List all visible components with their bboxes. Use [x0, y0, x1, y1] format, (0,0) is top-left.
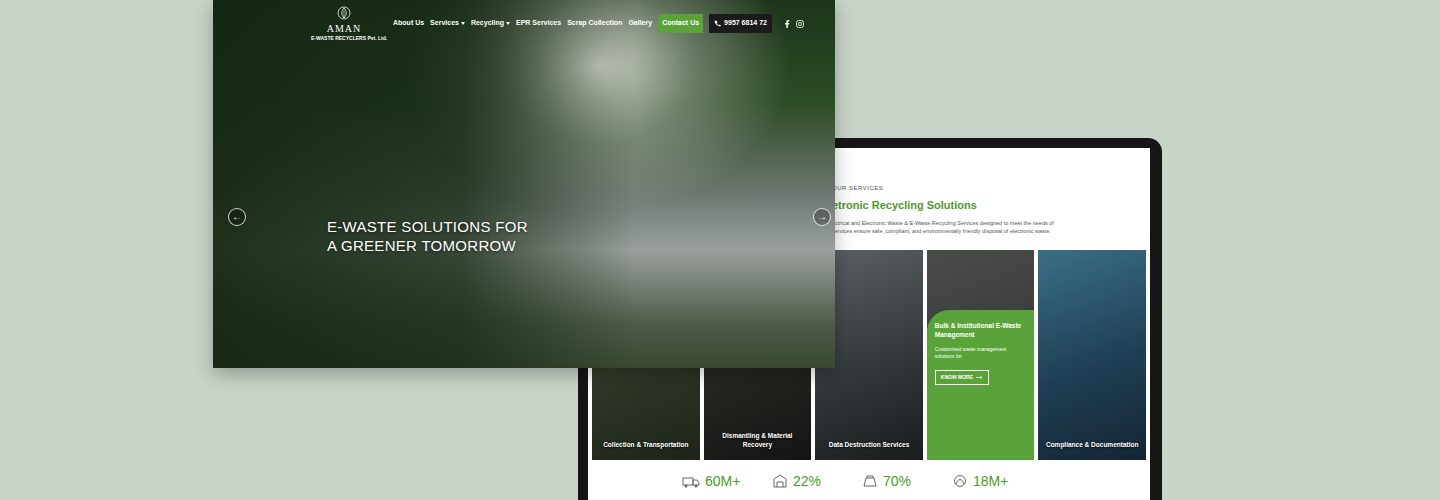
stat-item: 60M+ [682, 474, 772, 488]
desktop-mockup: AMAN E-WASTE RECYCLERS Pvt. Ltd. About Us S… [213, 0, 835, 368]
section-eyebrow: OUR SERVICES [832, 184, 1136, 193]
nav-item[interactable]: EPR Services [516, 18, 561, 29]
nav-item[interactable]: Gallery [628, 18, 652, 29]
stat-value: 22% [793, 474, 821, 488]
service-title: Compliance & Documentation [1044, 441, 1140, 450]
stat-value: 60M+ [705, 474, 740, 488]
nav-label: Services [430, 18, 459, 29]
logo-tagline: E-WASTE RECYCLERS Pvt. Ltd. [311, 36, 377, 41]
service-title: Data Destruction Services [821, 441, 917, 450]
caret-icon [461, 22, 465, 25]
stat-value: 70% [883, 474, 911, 488]
service-title: Bulk & Institutional E-Waste Management [935, 322, 1027, 340]
section-intro: services ensure safe, compliant, and env… [832, 227, 1136, 236]
stat-item: 18M+ [952, 474, 1042, 488]
service-card[interactable]: Compliance & Documentation [1038, 250, 1146, 460]
section-heading: etronic Recycling Solutions [832, 197, 1136, 214]
site-navbar: AMAN E-WASTE RECYCLERS Pvt. Ltd. About Us S… [213, 0, 835, 41]
service-text: Customised waste management solutions fo… [935, 346, 1027, 360]
arrow-right-icon [976, 375, 983, 380]
hero-title-line: E-WASTE SOLUTIONS FOR [327, 218, 528, 237]
service-title: Dismantling & Material Recovery [710, 432, 806, 450]
phone-number: 9957 6814 72 [724, 18, 767, 29]
section-intro: ectrical and Electronic Waste & E-Waste … [832, 219, 1136, 228]
contact-button[interactable]: Contact Us [658, 14, 703, 33]
phone-icon [714, 20, 721, 27]
nav-label: About Us [393, 18, 424, 29]
nav-label: EPR Services [516, 18, 561, 29]
slider-prev-button[interactable]: ← [228, 208, 246, 226]
slider-next-button[interactable]: → [813, 208, 831, 226]
building-icon [772, 474, 788, 488]
service-card[interactable]: Bulk & Institutional E-Waste Management C… [927, 250, 1035, 460]
social-links [784, 20, 804, 28]
bin-icon [862, 474, 878, 488]
nav-item[interactable]: Scrap Collection [567, 18, 622, 29]
instagram-icon[interactable] [796, 20, 804, 28]
leaf-logo-icon [337, 6, 351, 20]
globe-icon [952, 474, 968, 488]
truck-icon [682, 474, 700, 488]
hero-title-line: A GREENER TOMORROW [327, 237, 528, 256]
hero-title: E-WASTE SOLUTIONS FORA GREENER TOMORROW [327, 218, 528, 256]
service-title: Collection & Transportation [598, 441, 694, 450]
know-more-button[interactable]: KNOW MORE [935, 370, 989, 386]
logo-name: AMAN [311, 24, 377, 34]
stat-item: 70% [862, 474, 952, 488]
stat-item: 22% [772, 474, 862, 488]
facebook-icon[interactable] [784, 20, 790, 28]
nav-item[interactable]: About Us [393, 18, 424, 29]
phone-button[interactable]: 9957 6814 72 [709, 14, 772, 33]
nav-item[interactable]: Recycling [471, 18, 510, 29]
caret-icon [506, 22, 510, 25]
nav-item[interactable]: Services [430, 18, 465, 29]
stats-row: 60M+ 22% 70% 18M+ [588, 460, 1150, 488]
stat-value: 18M+ [973, 474, 1008, 488]
nav-label: Gallery [628, 18, 652, 29]
featured-panel: Bulk & Institutional E-Waste Management C… [927, 310, 1035, 460]
nav-label: Scrap Collection [567, 18, 622, 29]
site-logo[interactable]: AMAN E-WASTE RECYCLERS Pvt. Ltd. [311, 6, 377, 41]
nav-menu: About Us Services Recycling EPR Services Scr… [393, 14, 804, 33]
button-label: KNOW MORE [941, 374, 973, 382]
nav-label: Recycling [471, 18, 504, 29]
